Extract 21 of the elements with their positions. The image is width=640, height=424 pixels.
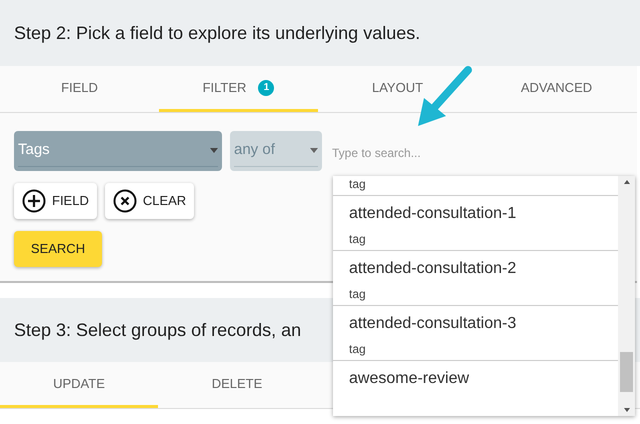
tab[interactable]: ADVANCED xyxy=(477,66,636,112)
close-circle-icon xyxy=(112,189,137,213)
search-field[interactable]: Type to search... xyxy=(332,143,532,163)
dropdown-option[interactable]: awesome-review xyxy=(333,361,618,416)
dropdown-option[interactable]: tag xyxy=(333,176,618,196)
toolbar-button[interactable]: FIELD xyxy=(14,183,97,219)
step-title: Step 3: Select groups of records, an xyxy=(14,318,302,342)
count-badge: 1 xyxy=(258,80,274,96)
caret-icon xyxy=(210,148,218,153)
step-title: Step 2: Pick a field to explore its underlying values. xyxy=(14,22,420,45)
tab[interactable]: FIELD xyxy=(0,66,159,112)
caret-icon xyxy=(310,148,318,153)
search-button[interactable]: SEARCH xyxy=(14,231,102,267)
scroll-thumb[interactable] xyxy=(620,352,633,392)
tab[interactable]: DELETE xyxy=(158,362,316,408)
plus-circle-icon xyxy=(22,189,46,213)
toolbar-button[interactable]: CLEAR xyxy=(104,183,194,219)
tab[interactable]: UPDATE xyxy=(0,362,158,408)
scroll-down-icon xyxy=(624,408,630,412)
tab[interactable]: LAYOUT xyxy=(318,66,477,112)
scroll-up-icon xyxy=(624,180,630,184)
